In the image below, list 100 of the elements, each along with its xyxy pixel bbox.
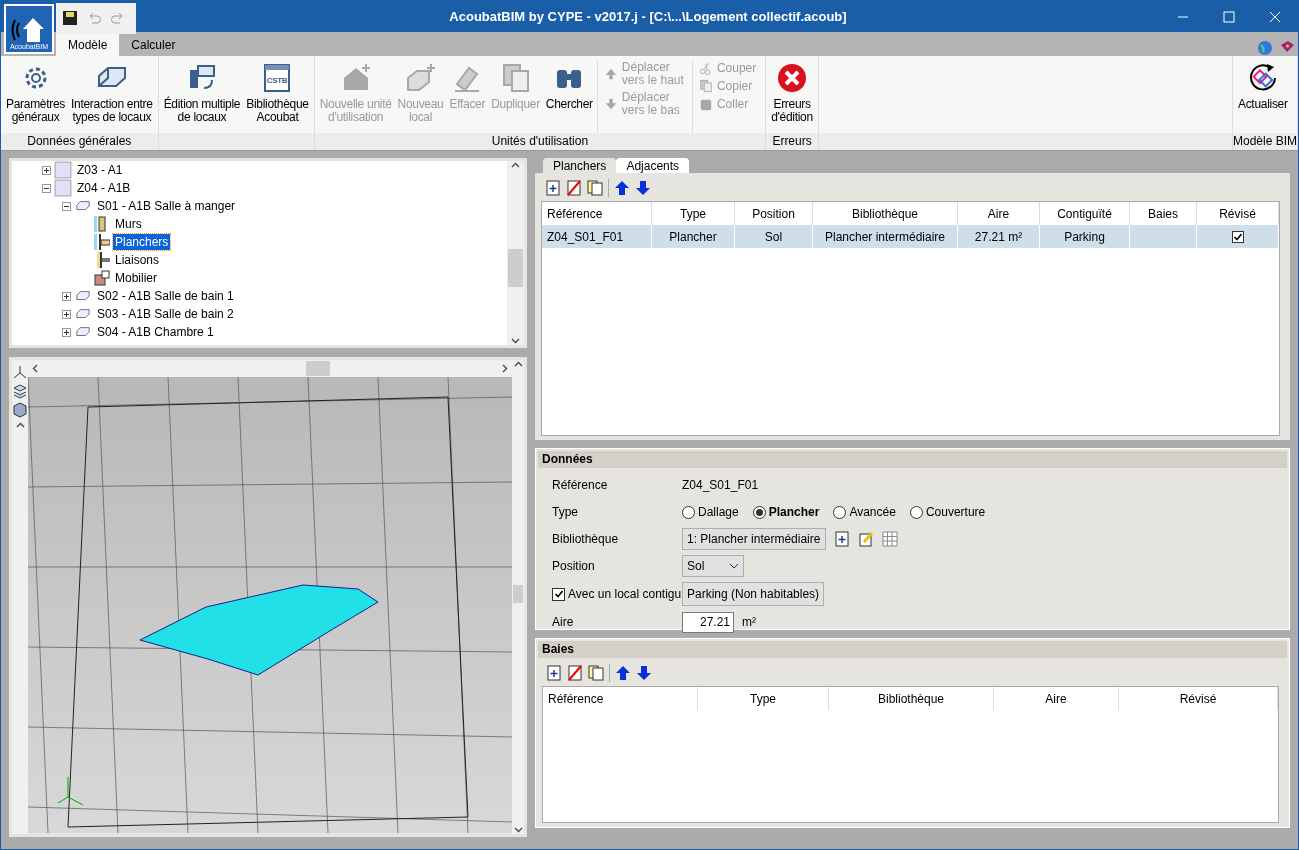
radio-label: Dallage xyxy=(698,505,739,519)
scroll-thumb[interactable] xyxy=(508,249,523,287)
arrow-up-icon[interactable] xyxy=(615,665,631,681)
table-cell: 27.21 m² xyxy=(958,225,1040,248)
radio-button[interactable] xyxy=(833,505,847,519)
copy-icon xyxy=(698,79,713,93)
expand-toggle[interactable] xyxy=(62,309,71,319)
checkbox[interactable] xyxy=(552,587,565,601)
room-box-icon xyxy=(74,199,92,213)
tree-item[interactable]: S03 - A1B Salle de bain 2 xyxy=(95,306,236,322)
column-header[interactable]: Type xyxy=(698,687,829,710)
layers-icon[interactable] xyxy=(12,383,28,399)
cube-icon[interactable] xyxy=(12,402,28,418)
arrow-down-icon[interactable] xyxy=(636,665,652,681)
tree-item[interactable]: Planchers xyxy=(113,234,171,250)
tree-item[interactable]: Z04 - A1B xyxy=(75,180,133,196)
panel-tab[interactable]: Adjacents xyxy=(616,158,690,173)
scissors-icon xyxy=(698,61,713,75)
ribbon-button[interactable]: Erreurs d'édition xyxy=(769,60,815,133)
tree-item[interactable]: S04 - A1B Chambre 1 xyxy=(95,324,216,340)
radio-option[interactable]: Avancée xyxy=(833,505,896,519)
arrow-up-icon[interactable] xyxy=(614,180,630,196)
delete-icon[interactable] xyxy=(566,180,582,196)
field-label: Position xyxy=(552,559,596,573)
table-row[interactable]: Z04_S01_F01 Plancher Sol Plancher intermédiaire 27.21 m² Parking xyxy=(542,225,1279,248)
room-box-icon xyxy=(74,325,92,339)
field-label: Aire xyxy=(552,615,575,629)
furniture-icon xyxy=(94,270,110,286)
ribbon-button[interactable]: Actualiser xyxy=(1235,60,1290,133)
column-header[interactable]: Référence xyxy=(543,687,698,710)
tree-item[interactable]: Z03 - A1 xyxy=(75,162,125,178)
tree-item[interactable]: Murs xyxy=(113,216,144,232)
expand-toggle[interactable] xyxy=(42,165,51,175)
duplicate-icon[interactable] xyxy=(587,180,603,196)
area-input[interactable]: 27.21 xyxy=(682,611,734,633)
checkbox[interactable] xyxy=(1231,230,1244,243)
ribbon-button[interactable]: Interaction entre types de locaux xyxy=(69,60,155,133)
table-cell: Plancher intermédiaire xyxy=(813,225,958,248)
duplicate-icon[interactable] xyxy=(588,665,604,681)
tree-item[interactable]: S01 - A1B Salle à manger xyxy=(95,198,238,214)
arrow-down-icon xyxy=(603,97,618,111)
scrollbar[interactable] xyxy=(507,161,524,345)
expand-toggle[interactable] xyxy=(62,327,71,337)
paste-icon xyxy=(698,97,713,111)
radio-option[interactable]: Plancher xyxy=(752,505,820,519)
scrollbar[interactable] xyxy=(512,360,524,834)
ribbon-button[interactable]: Édition multiple de locaux xyxy=(161,60,243,133)
ribbon-tab[interactable]: Modèle xyxy=(56,34,120,56)
position-dropdown[interactable]: Sol xyxy=(682,555,744,577)
axes-icon[interactable] xyxy=(12,364,28,380)
tree-item[interactable]: S02 - A1B Salle de bain 1 xyxy=(95,288,236,304)
table-cell: Parking xyxy=(1040,225,1130,248)
arrow-down-icon[interactable] xyxy=(635,180,651,196)
collapse-toggle[interactable] xyxy=(62,201,71,211)
column-header[interactable]: Aire xyxy=(994,687,1119,710)
chevron-right-icon[interactable] xyxy=(500,364,509,373)
house-sound-icon xyxy=(11,15,47,43)
section-title: Baies xyxy=(538,641,1287,658)
radio-option[interactable]: Couverture xyxy=(909,505,986,519)
expand-toggle[interactable] xyxy=(62,291,71,301)
chevron-up-icon[interactable] xyxy=(15,421,25,430)
radio-button[interactable] xyxy=(682,505,695,519)
add-icon[interactable] xyxy=(545,180,561,196)
scroll-thumb[interactable] xyxy=(513,585,523,603)
panel-tab[interactable]: Planchers xyxy=(543,158,617,173)
library-dropdown[interactable]: 1: Plancher intermédiaire xyxy=(682,528,826,550)
adjacent-room-button[interactable]: Parking (Non habitables) xyxy=(682,582,825,606)
table-cell: Plancher xyxy=(652,225,735,248)
save-icon[interactable] xyxy=(62,10,78,26)
field-label: Type xyxy=(552,505,579,519)
arrow-up-icon xyxy=(603,67,618,81)
collapse-toggle[interactable] xyxy=(42,183,51,193)
column-header[interactable]: Révisé xyxy=(1119,687,1278,710)
edit-icon[interactable] xyxy=(858,531,874,547)
ribbon-tab[interactable]: Calculer xyxy=(119,34,188,56)
radio-button[interactable] xyxy=(909,505,923,519)
radio-option[interactable]: Dallage xyxy=(682,505,739,519)
tree-item[interactable]: Mobilier xyxy=(113,270,159,286)
delete-icon[interactable] xyxy=(567,665,583,681)
ribbon-button[interactable]: Paramètres généraux xyxy=(4,60,68,133)
chevron-left-icon[interactable] xyxy=(31,364,40,373)
ribbon-button[interactable]: Chercher xyxy=(543,60,595,133)
chevron-up-icon[interactable] xyxy=(513,360,523,369)
grid-icon[interactable] xyxy=(882,531,898,547)
add-icon[interactable] xyxy=(834,531,850,547)
junction-icon xyxy=(94,252,110,268)
window-title: AcoubatBIM by CYPE - v2017.j - [C:\...\Logement collectif.acoub] xyxy=(448,9,848,24)
table-cell: Sol xyxy=(735,225,813,248)
radio-button[interactable] xyxy=(752,505,766,519)
scroll-thumb[interactable] xyxy=(306,361,330,376)
floor-icon xyxy=(94,234,110,250)
tree-item[interactable]: Liaisons xyxy=(113,252,162,268)
column-header[interactable]: Bibliothèque xyxy=(829,687,994,710)
room-box-icon xyxy=(74,289,92,303)
ribbon-button[interactable]: CSTB Bibliothèque Acoubat xyxy=(244,60,311,133)
group-label: Erreurs xyxy=(766,133,818,150)
table-cell: Z04_S01_F01 xyxy=(542,225,652,248)
chevron-up-icon[interactable] xyxy=(511,161,520,170)
add-icon[interactable] xyxy=(546,665,562,681)
box-plus-icon xyxy=(404,62,437,94)
